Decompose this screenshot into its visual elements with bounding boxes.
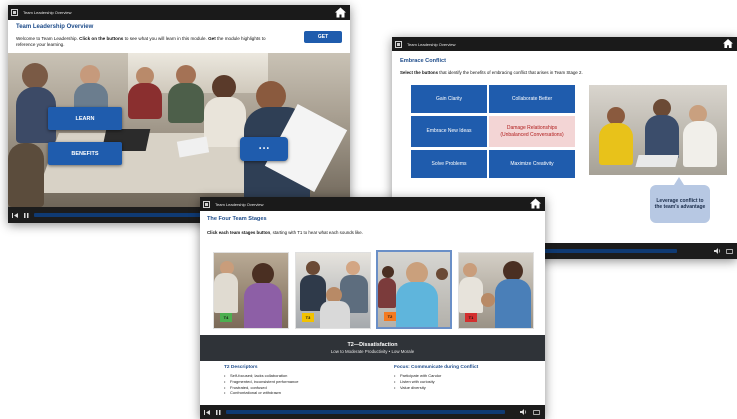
list-item: Value diversity	[394, 385, 534, 391]
progress-track[interactable]	[226, 410, 505, 414]
callout-text: Leverage conflict to the team's advantag…	[654, 197, 706, 211]
volume-icon[interactable]	[713, 248, 721, 254]
stage-t2-button[interactable]: T2	[376, 250, 452, 329]
option-solve-problems[interactable]: Solve Problems	[411, 150, 487, 178]
captions-icon[interactable]	[532, 409, 540, 415]
title-bar: Team Leadership Overview	[200, 197, 545, 211]
instructions: Click each team stages button, starting …	[207, 230, 363, 235]
person	[128, 83, 162, 119]
person	[463, 263, 477, 277]
title-bar-text: Team Leadership Overview	[407, 41, 456, 47]
person	[382, 266, 394, 278]
window-four-team-stages: Team Leadership Overview The Four Team S…	[200, 197, 545, 419]
callout-bubble: Leverage conflict to the team's advantag…	[650, 185, 710, 223]
volume-icon[interactable]	[519, 409, 527, 415]
window-team-leadership-overview: Team Leadership Overview Team Leadership…	[8, 5, 350, 223]
person	[378, 278, 396, 308]
menu-icon[interactable]	[11, 9, 18, 16]
team-photo	[589, 85, 727, 175]
stage-banner: T2—Dissatisfaction Low to Moderate Produ…	[200, 335, 545, 361]
menu-icon[interactable]	[395, 40, 402, 48]
intro-text: Welcome to Team Leadership. Click on the…	[16, 36, 266, 47]
progress-track[interactable]	[542, 249, 677, 253]
play-pause-icon[interactable]	[214, 409, 222, 415]
rewind-icon[interactable]	[203, 409, 211, 415]
person	[459, 277, 483, 313]
title-bar: Team Leadership Overview	[8, 5, 350, 20]
player-bar	[200, 405, 545, 419]
title-bar-text: Team Leadership Overview	[215, 201, 264, 207]
stage-badge: T1	[465, 313, 477, 322]
option-collaborate-better[interactable]: Collaborate Better	[489, 85, 575, 113]
home-icon[interactable]	[530, 198, 541, 210]
stage-t4-button[interactable]: T4	[213, 252, 289, 329]
callout-pointer	[674, 177, 684, 185]
title-bar: Team Leadership Overview	[392, 37, 737, 51]
page-title: Team Leadership Overview	[16, 24, 94, 30]
person	[306, 261, 320, 275]
stage-t3-button[interactable]: T3	[295, 252, 371, 329]
person	[436, 268, 448, 280]
person	[396, 282, 438, 327]
option-damage-relationships[interactable]: Damage Relationships (Unbalanced Convers…	[489, 116, 575, 147]
get-button[interactable]: GET	[304, 31, 342, 43]
stage-banner-subtitle: Low to Moderate Productivity • Low Moral…	[330, 349, 415, 354]
person	[8, 143, 44, 207]
stage-badge: T3	[302, 313, 314, 322]
option-gain-clarity[interactable]: Gain Clarity	[411, 85, 487, 113]
person	[252, 263, 274, 285]
more-button[interactable]: • • •	[240, 137, 288, 161]
home-icon[interactable]	[723, 39, 733, 49]
person	[503, 261, 523, 281]
person	[320, 301, 350, 328]
person	[80, 65, 100, 85]
person	[212, 75, 236, 99]
person	[168, 83, 204, 123]
instructions: Select the buttons that identify the ben…	[400, 70, 583, 75]
person	[645, 115, 679, 159]
captions-icon[interactable]	[725, 248, 733, 254]
option-maximize-creativity[interactable]: Maximize Creativity	[489, 150, 575, 178]
person	[176, 65, 196, 85]
focus-list: Participate with Candor Listen with curi…	[394, 373, 534, 390]
person	[599, 123, 633, 165]
person	[244, 283, 282, 328]
person	[214, 273, 238, 313]
list-item: Confrontational or withdrawn	[224, 390, 374, 396]
person	[481, 293, 495, 307]
person	[683, 121, 717, 167]
benefits-button[interactable]: BENEFITS	[48, 142, 122, 165]
descriptors-list: Self-focused; lacks collaboration Fragme…	[224, 373, 374, 396]
rewind-icon[interactable]	[11, 212, 19, 218]
tablet	[635, 155, 679, 167]
home-icon[interactable]	[335, 7, 346, 18]
stage-banner-title: T2—Dissatisfaction	[347, 342, 398, 348]
person	[346, 261, 360, 275]
descriptors-heading: T2 Descriptors	[224, 365, 258, 370]
meeting-photo	[8, 53, 350, 207]
option-embrace-new-ideas[interactable]: Embrace New Ideas	[411, 116, 487, 147]
menu-icon[interactable]	[203, 200, 210, 208]
page-title: The Four Team Stages	[207, 216, 267, 222]
focus-heading: Focus: Communicate during Conflict	[394, 365, 479, 370]
stage-badge: T2	[384, 312, 396, 321]
person	[406, 262, 428, 284]
play-pause-icon[interactable]	[22, 212, 30, 218]
person	[495, 279, 531, 328]
page-title: Embrace Conflict	[400, 58, 447, 64]
stage-badge: T4	[220, 313, 232, 322]
person	[22, 63, 48, 89]
title-bar-text: Team Leadership Overview	[23, 10, 72, 15]
learn-button[interactable]: LEARN	[48, 107, 122, 130]
stage-t1-button[interactable]: T1	[458, 252, 534, 329]
